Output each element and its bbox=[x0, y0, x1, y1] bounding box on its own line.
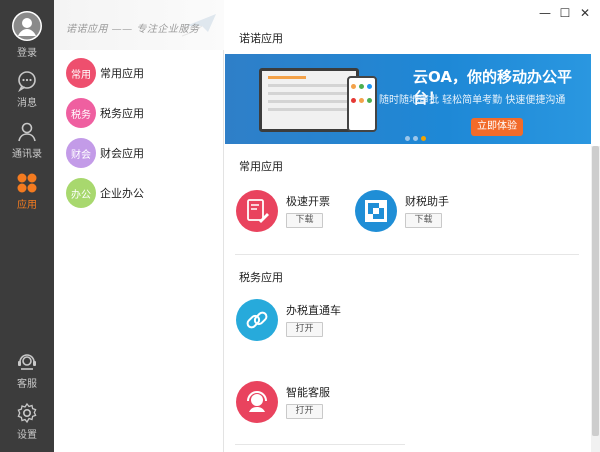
section-divider bbox=[235, 254, 579, 255]
download-button[interactable]: 下载 bbox=[286, 213, 323, 228]
rail-label-login: 登录 bbox=[17, 48, 37, 59]
minimize-button[interactable]: — bbox=[537, 6, 553, 20]
promo-banner[interactable]: 云OA，你的移动办公平台！ 随时随地审批 轻松简单考勤 快速便捷沟通 立即体验 bbox=[225, 54, 591, 144]
rail-label-settings: 设置 bbox=[17, 430, 37, 441]
try-now-button[interactable]: 立即体验 bbox=[471, 118, 523, 136]
smart-service-icon bbox=[236, 381, 278, 423]
category-badge-common: 常用 bbox=[66, 58, 96, 88]
rail-label-support: 客服 bbox=[17, 379, 37, 390]
category-tax[interactable]: 税务 税务应用 bbox=[66, 98, 144, 128]
settings-icon bbox=[17, 402, 37, 424]
main-panel: — ☐ ✕ 诺诺应用 云OA，你的移动办公平台！ 随时随地审批 轻松简单考勤 快… bbox=[225, 0, 600, 452]
link-chain-icon bbox=[236, 299, 278, 341]
page-title: 诺诺应用 bbox=[239, 32, 283, 45]
app-name: 智能客服 bbox=[286, 386, 330, 399]
rail-item-login[interactable]: 登录 bbox=[0, 10, 54, 59]
category-accounting[interactable]: 财会 财会应用 bbox=[66, 138, 144, 168]
category-label-accounting: 财会应用 bbox=[100, 147, 144, 160]
phone-illustration bbox=[347, 76, 377, 132]
category-sidebar: 诺诺应用 —— 专注企业服务 常用 常用应用 税务 税务应用 财会 财会应用 办… bbox=[54, 0, 224, 452]
message-icon bbox=[18, 71, 36, 92]
tax-assistant-icon bbox=[355, 190, 397, 232]
support-icon bbox=[18, 354, 36, 370]
banner-subline: 随时随地审批 轻松简单考勤 快速便捷沟通 bbox=[379, 95, 566, 106]
category-label-common: 常用应用 bbox=[100, 67, 144, 80]
rail-item-messages[interactable]: 消息 bbox=[0, 70, 54, 109]
section-title-common: 常用应用 bbox=[239, 160, 283, 173]
avatar-icon bbox=[12, 11, 42, 41]
category-label-office: 企业办公 bbox=[100, 187, 144, 200]
scrollbar-thumb[interactable] bbox=[592, 146, 599, 436]
laptop-illustration bbox=[259, 68, 359, 132]
app-name: 极速开票 bbox=[286, 195, 330, 208]
apps-icon bbox=[17, 173, 37, 193]
category-office[interactable]: 办公 企业办公 bbox=[66, 178, 144, 208]
app-name: 财税助手 bbox=[405, 195, 449, 208]
rail-label-apps: 应用 bbox=[17, 200, 37, 211]
contacts-icon bbox=[18, 122, 36, 142]
carousel-dots[interactable] bbox=[405, 130, 429, 144]
rail-item-support[interactable]: 客服 bbox=[0, 349, 54, 390]
category-badge-accounting: 财会 bbox=[66, 138, 96, 168]
left-nav-rail: 登录 消息 通讯录 应用 客服 设置 bbox=[0, 0, 54, 452]
open-button[interactable]: 打开 bbox=[286, 322, 323, 337]
rail-item-settings[interactable]: 设置 bbox=[0, 402, 54, 441]
category-badge-tax: 税务 bbox=[66, 98, 96, 128]
section-divider bbox=[235, 444, 405, 445]
close-button[interactable]: ✕ bbox=[577, 6, 593, 20]
category-badge-office: 办公 bbox=[66, 178, 96, 208]
open-button[interactable]: 打开 bbox=[286, 404, 323, 419]
vertical-scrollbar[interactable] bbox=[591, 146, 600, 452]
app-name: 办税直通车 bbox=[286, 304, 341, 317]
category-common[interactable]: 常用 常用应用 bbox=[66, 58, 144, 88]
rail-label-messages: 消息 bbox=[17, 98, 37, 109]
rail-item-apps[interactable]: 应用 bbox=[0, 172, 54, 211]
rail-item-contacts[interactable]: 通讯录 bbox=[0, 121, 54, 160]
rail-label-contacts: 通讯录 bbox=[12, 149, 42, 160]
slogan-text: 诺诺应用 —— 专注企业服务 bbox=[66, 24, 200, 35]
maximize-button[interactable]: ☐ bbox=[557, 6, 573, 20]
download-button[interactable]: 下载 bbox=[405, 213, 442, 228]
category-label-tax: 税务应用 bbox=[100, 107, 144, 120]
invoice-rocket-icon bbox=[236, 190, 278, 232]
slogan-banner: 诺诺应用 —— 专注企业服务 bbox=[54, 0, 224, 50]
section-title-tax: 税务应用 bbox=[239, 271, 283, 284]
